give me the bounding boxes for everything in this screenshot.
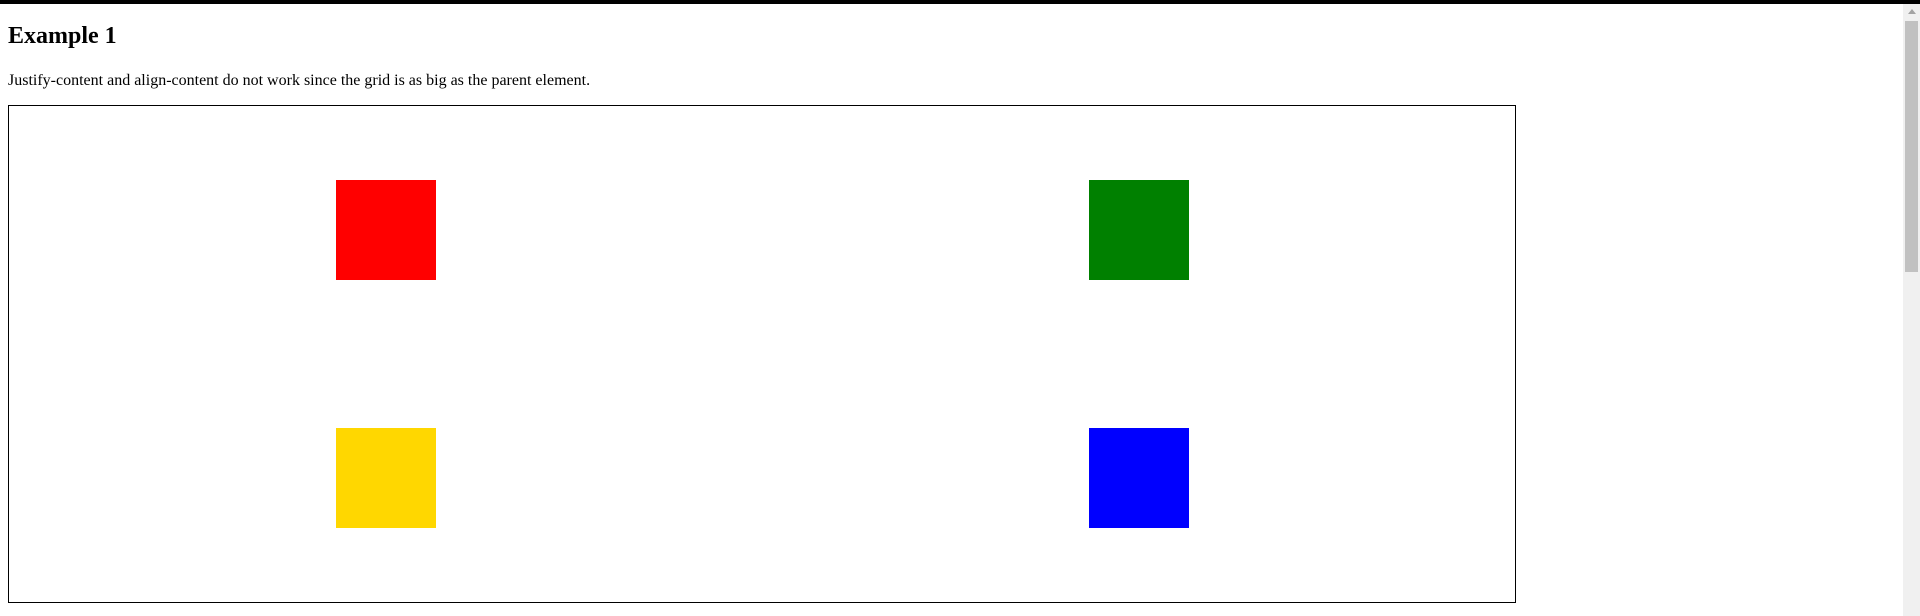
grid-container — [8, 105, 1516, 603]
scroll-up-button[interactable] — [1903, 4, 1920, 18]
scrollbar-thumb[interactable] — [1905, 21, 1918, 272]
grid-item-red — [335, 180, 436, 280]
grid-item-green — [1088, 180, 1189, 280]
description-text: Justify-content and align-content do not… — [8, 72, 591, 89]
grid-item-yellow — [335, 428, 436, 528]
page-title: Example 1 — [8, 23, 117, 49]
grid-item-blue — [1088, 428, 1189, 528]
page-content: Example 1 Justify-content and align-cont… — [8, 0, 1903, 616]
chevron-up-icon — [1907, 8, 1916, 14]
vertical-scrollbar[interactable] — [1903, 4, 1920, 616]
